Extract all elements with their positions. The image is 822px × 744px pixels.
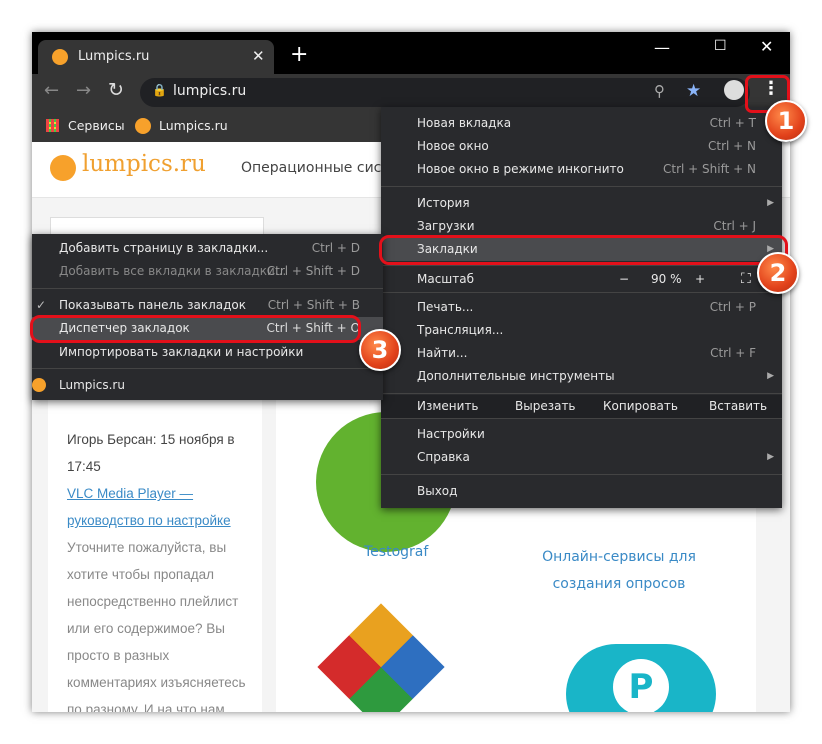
submenu-bookmark-lumpics[interactable]: Lumpics.ru <box>32 374 383 397</box>
cut-button[interactable]: Вырезать <box>515 395 576 418</box>
favicon-icon <box>32 378 46 392</box>
callout-2: 2 <box>757 252 799 294</box>
menu-settings[interactable]: Настройки <box>381 423 782 446</box>
highlight-bookmarks <box>379 235 788 265</box>
site-nav[interactable]: Операционные сист <box>241 160 390 176</box>
submenu-add-page[interactable]: Добавить страницу в закладки... Ctrl + D <box>32 237 383 260</box>
menu-zoom: Масштаб − 90 % + ⛶ <box>381 268 782 291</box>
comment-author: Игорь Берсан: 15 ноября в 17:45 <box>67 432 235 474</box>
bookmark-lumpics[interactable]: Lumpics.ru <box>159 118 228 133</box>
favicon-icon <box>52 49 68 65</box>
star-icon[interactable]: ★ <box>686 81 701 101</box>
submenu-import[interactable]: Импортировать закладки и настройки <box>32 341 383 364</box>
comment-text: Уточните пожалуйста, вы хотите чтобы про… <box>67 540 246 712</box>
zoom-value: 90 % <box>651 272 682 286</box>
address-bar[interactable]: 🔒 lumpics.ru ⚲ ★ <box>140 78 750 107</box>
back-icon[interactable]: ← <box>44 80 59 101</box>
submenu-add-all-tabs[interactable]: Добавить все вкладки в закладки... Ctrl +… <box>32 260 383 283</box>
url-text: lumpics.ru <box>173 83 247 99</box>
reload-icon[interactable]: ↻ <box>108 79 124 101</box>
menu-history[interactable]: История ▶ <box>381 192 782 215</box>
callout-1: 1 <box>765 100 807 142</box>
card-online-surveys[interactable]: Онлайн-сервисы для создания опросов <box>534 544 704 598</box>
toolbar: ← → ↻ 🔒 lumpics.ru ⚲ ★ ⋮ <box>32 74 790 110</box>
profile-icon[interactable] <box>724 80 744 100</box>
menu-help[interactable]: Справка ▶ <box>381 446 782 469</box>
lock-icon: 🔒 <box>152 83 167 97</box>
p-icon: P <box>613 659 669 712</box>
card-testograf[interactable]: Testograf <box>364 544 428 560</box>
apps-icon <box>46 119 59 132</box>
minimize-icon[interactable]: — <box>654 38 670 57</box>
copy-button[interactable]: Копировать <box>603 395 678 418</box>
forward-icon[interactable]: → <box>76 80 91 101</box>
bookmark-services[interactable]: Сервисы <box>68 118 125 133</box>
close-tab-icon[interactable]: ✕ <box>252 47 265 65</box>
highlight-bookmark-manager <box>30 315 361 343</box>
tab-lumpics[interactable]: Lumpics.ru ✕ <box>38 40 274 74</box>
menu-cast[interactable]: Трансляция... <box>381 319 782 342</box>
diamond-logo <box>317 603 445 712</box>
menu-new-tab[interactable]: Новая вкладка Ctrl + T <box>381 112 782 135</box>
cloud-logo: P <box>566 644 716 712</box>
site-logo[interactable]: lumpics.ru <box>82 151 206 177</box>
menu-new-window[interactable]: Новое окно Ctrl + N <box>381 135 782 158</box>
zoom-icon[interactable]: ⚲ <box>654 82 665 100</box>
zoom-in-button[interactable]: + <box>695 268 705 291</box>
menu-more-tools[interactable]: Дополнительные инструменты ▶ <box>381 365 782 388</box>
tab-strip: Lumpics.ru ✕ + — ☐ ✕ <box>32 32 790 74</box>
chrome-main-menu: Новая вкладка Ctrl + T Новое окно Ctrl + N… <box>381 107 782 508</box>
maximize-icon[interactable]: ☐ <box>714 38 727 54</box>
callout-3: 3 <box>359 329 401 371</box>
close-window-icon[interactable]: ✕ <box>760 37 773 56</box>
menu-print[interactable]: Печать... Ctrl + P <box>381 296 782 319</box>
comment-link[interactable]: VLC Media Player — руководство по настро… <box>67 480 252 534</box>
menu-exit[interactable]: Выход <box>381 480 782 503</box>
favicon-icon <box>135 118 151 134</box>
tab-title: Lumpics.ru <box>78 49 150 64</box>
menu-incognito[interactable]: Новое окно в режиме инкогнито Ctrl + Shif… <box>381 158 782 181</box>
menu-edit-row: Изменить Вырезать Копировать Вставить <box>381 395 782 418</box>
submenu-show-bar[interactable]: ✓ Показывать панель закладок Ctrl + Shift … <box>32 294 383 317</box>
menu-find[interactable]: Найти... Ctrl + F <box>381 342 782 365</box>
logo-icon <box>50 155 76 181</box>
paste-button[interactable]: Вставить <box>709 395 767 418</box>
zoom-out-button[interactable]: − <box>619 268 629 291</box>
fullscreen-icon[interactable]: ⛶ <box>741 268 751 291</box>
check-icon: ✓ <box>36 298 47 312</box>
new-tab-icon[interactable]: + <box>290 42 308 67</box>
